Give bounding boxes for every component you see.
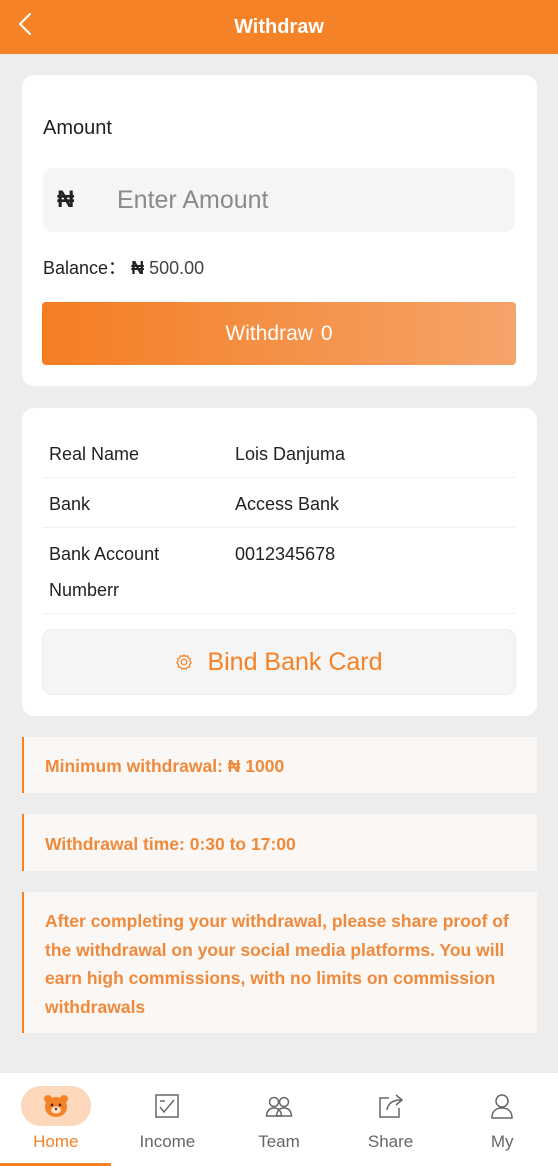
tab-label: Share	[367, 1132, 414, 1151]
bank-label: Bank	[49, 494, 91, 514]
header: Withdraw	[0, 0, 558, 54]
currency-symbol: ₦	[57, 186, 75, 213]
notice-text: Minimum withdrawal: ₦ 1000	[45, 756, 285, 776]
withdraw-button-value: 0	[320, 321, 333, 345]
balance-label: Balance：	[43, 258, 127, 278]
withdraw-button-label: Withdraw	[225, 321, 313, 345]
real-name-value: Lois Danjuma	[235, 444, 346, 464]
account-number-label: Bank Account Numberr	[49, 544, 160, 600]
balance-value: 500.00	[149, 258, 205, 278]
user-icon	[491, 1094, 513, 1119]
notice-share-proof: After completing your withdrawal, please…	[22, 892, 537, 1033]
tab-label: My	[490, 1132, 514, 1151]
notice-withdrawal-time: Withdrawal time: 0:30 to 17:00	[22, 814, 537, 871]
income-icon	[155, 1094, 180, 1118]
account-number-value: 0012345678	[235, 544, 336, 564]
gear-icon	[176, 654, 193, 670]
share-icon	[378, 1094, 403, 1118]
withdraw-button[interactable]: Withdraw 0	[42, 302, 516, 365]
tab-team[interactable]: Team	[223, 1073, 335, 1166]
bind-bank-card-label: Bind Bank Card	[207, 647, 383, 676]
team-icon	[265, 1096, 293, 1117]
amount-field[interactable]: ₦	[43, 168, 515, 232]
bottom-tab-bar: Home Income Team Share My	[0, 1073, 558, 1166]
tab-label: Income	[139, 1132, 196, 1151]
balance-currency: ₦	[131, 258, 145, 278]
tab-label: Team	[258, 1132, 300, 1151]
notice-text: Withdrawal time: 0:30 to 17:00	[45, 834, 296, 854]
page-title: Withdraw	[234, 15, 324, 38]
amount-card: Amount ₦ Balance： ₦ 500.00 Withdraw 0	[22, 75, 537, 386]
tab-label: Home	[33, 1132, 79, 1151]
tab-income[interactable]: Income	[112, 1073, 224, 1166]
info-row-real-name: Real Name Lois Danjuma	[43, 428, 515, 478]
bank-card: Real Name Lois Danjuma Bank Access Bank …	[22, 408, 537, 716]
chevron-left-icon	[18, 12, 32, 36]
notice-text: After completing your withdrawal, please…	[45, 911, 509, 1017]
back-button[interactable]	[10, 8, 40, 40]
balance-row: Balance： ₦ 500.00	[43, 254, 204, 280]
info-row-account-number: Bank Account Numberr 0012345678	[43, 528, 515, 614]
home-bear-icon	[43, 1095, 68, 1117]
bank-value: Access Bank	[235, 494, 340, 514]
tab-home[interactable]: Home	[0, 1073, 112, 1166]
tab-my[interactable]: My	[446, 1073, 558, 1166]
real-name-label: Real Name	[49, 444, 140, 464]
amount-label: Amount	[43, 117, 112, 139]
tab-share[interactable]: Share	[335, 1073, 447, 1166]
notice-minimum-withdrawal: Minimum withdrawal: ₦ 1000	[22, 737, 537, 793]
amount-input[interactable]	[117, 185, 497, 215]
bind-bank-card-button[interactable]: Bind Bank Card	[42, 629, 516, 695]
info-row-bank: Bank Access Bank	[43, 478, 515, 528]
